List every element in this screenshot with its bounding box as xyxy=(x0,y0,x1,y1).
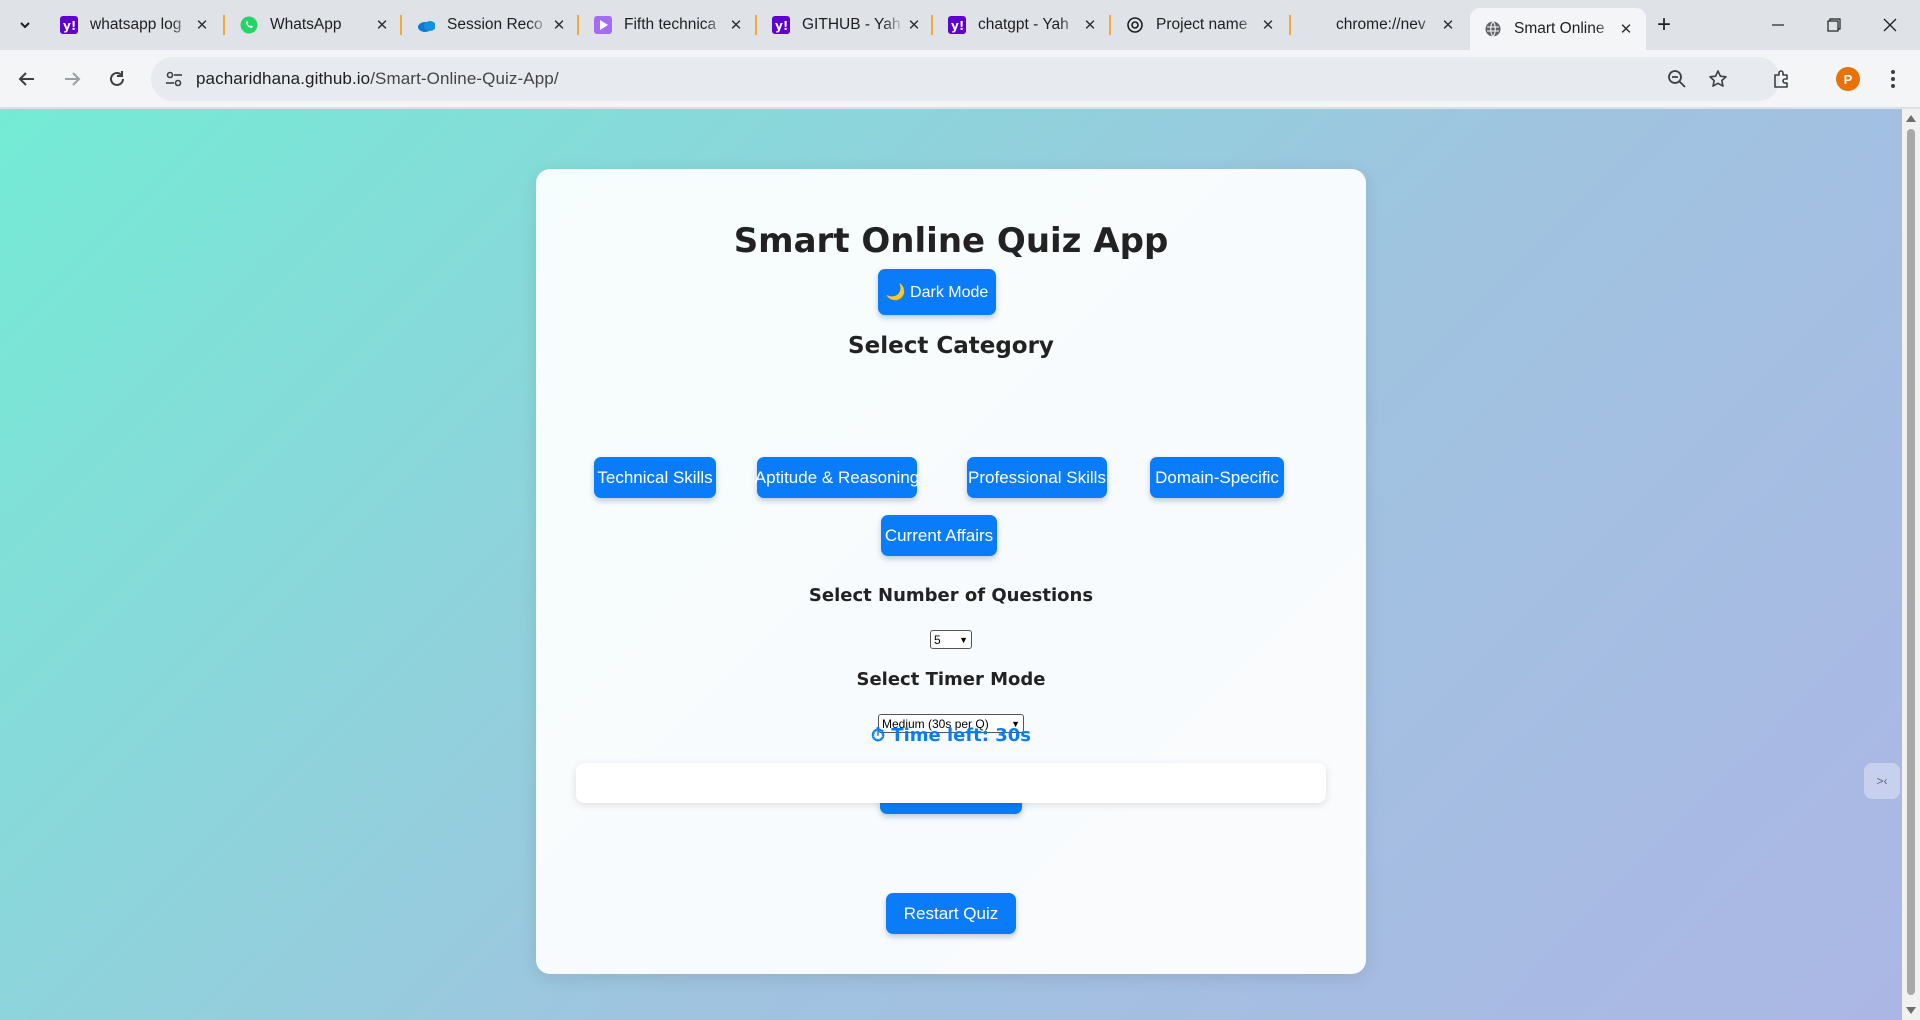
bookmark-star-icon[interactable] xyxy=(1707,68,1729,90)
reload-icon xyxy=(110,71,124,86)
scroll-down-arrow[interactable] xyxy=(1906,1007,1916,1014)
close-icon[interactable]: ✕ xyxy=(1080,15,1100,35)
side-panel-icon[interactable]: >‹ xyxy=(1864,763,1900,799)
browser-tab[interactable]: y! GITHUB - Yah ✕ xyxy=(758,8,934,42)
extensions-button[interactable] xyxy=(1765,62,1799,96)
forward-button[interactable] xyxy=(55,62,89,96)
browser-tab[interactable]: Project name ✕ xyxy=(1112,8,1288,42)
close-icon[interactable]: ✕ xyxy=(1616,19,1636,39)
browser-tab[interactable]: Fifth technica ✕ xyxy=(580,8,756,42)
tab-strip: y! whatsapp log ✕ WhatsApp ✕ Session Rec… xyxy=(0,0,1920,50)
browser-tab-active[interactable]: Smart Online ✕ xyxy=(1470,8,1646,50)
url-text: pacharidhana.github.io/Smart-Online-Quiz… xyxy=(196,69,559,88)
scroll-up-arrow[interactable] xyxy=(1906,115,1916,122)
video-icon xyxy=(594,16,612,34)
onedrive-icon xyxy=(417,16,435,34)
more-vert-icon xyxy=(1891,70,1895,88)
category-button-aptitude[interactable]: Aptitude & Reasoning xyxy=(755,457,919,498)
globe-icon xyxy=(1484,20,1502,38)
browser-tab[interactable]: Session Reco ✕ xyxy=(403,8,579,42)
tab-search-button[interactable] xyxy=(10,10,40,40)
quiz-card: Smart Online Quiz App 🌙 Dark Mode Select… xyxy=(536,169,1366,974)
close-icon[interactable]: ✕ xyxy=(549,15,569,35)
close-icon[interactable]: ✕ xyxy=(372,15,392,35)
tab-separator xyxy=(1109,15,1111,35)
questions-heading: Select Number of Questions xyxy=(808,585,1094,606)
category-button-current-affairs[interactable]: Current Affairs xyxy=(881,515,997,556)
restore-icon xyxy=(1827,18,1841,32)
tab-separator xyxy=(223,15,225,35)
browser-toolbar: pacharidhana.github.io/Smart-Online-Quiz… xyxy=(0,50,1920,108)
timer-heading: Select Timer Mode xyxy=(856,669,1046,690)
yahoo-icon: y! xyxy=(60,16,78,34)
category-button-technical[interactable]: Technical Skills xyxy=(594,457,716,498)
question-count-select[interactable]: 5 ▼ xyxy=(930,630,972,649)
tab-separator xyxy=(400,15,402,35)
page-viewport: Smart Online Quiz App 🌙 Dark Mode Select… xyxy=(0,109,1902,1020)
tab-separator xyxy=(931,15,933,35)
yahoo-icon: y! xyxy=(948,16,966,34)
svg-text:y!: y! xyxy=(63,19,76,33)
close-icon[interactable]: ✕ xyxy=(192,15,212,35)
zoom-icon[interactable] xyxy=(1666,68,1688,90)
plus-icon: + xyxy=(1656,11,1671,38)
scrollbar[interactable] xyxy=(1902,109,1920,1020)
chevron-down-icon: ▼ xyxy=(959,634,968,645)
openai-icon xyxy=(1126,16,1144,34)
tab-title: chrome://nev xyxy=(1336,16,1426,33)
yahoo-icon: y! xyxy=(772,16,790,34)
time-left-text: ⏱ Time left: 30s xyxy=(870,725,1032,746)
tab-title: Fifth technica xyxy=(624,16,717,33)
tab-title: WhatsApp xyxy=(270,16,342,33)
page-title: Smart Online Quiz App xyxy=(733,221,1169,261)
minimize-button[interactable] xyxy=(1750,0,1806,50)
category-button-professional[interactable]: Professional Skills xyxy=(967,457,1107,498)
tab-title: Smart Online xyxy=(1514,20,1605,37)
browser-tab[interactable]: chrome://nev ✕ xyxy=(1292,8,1468,42)
address-bar[interactable]: pacharidhana.github.io/Smart-Online-Quiz… xyxy=(151,57,1780,101)
svg-text:y!: y! xyxy=(775,19,788,33)
browser-tab[interactable]: y! whatsapp log ✕ xyxy=(46,8,222,42)
tab-title: Project name xyxy=(1156,16,1248,33)
profile-avatar[interactable]: P xyxy=(1836,67,1860,91)
new-tab-button[interactable]: + xyxy=(1650,11,1678,39)
restart-quiz-button[interactable]: Restart Quiz xyxy=(886,893,1016,934)
tab-separator xyxy=(755,15,757,35)
category-heading: Select Category xyxy=(848,333,1054,359)
restore-button[interactable] xyxy=(1806,0,1862,50)
tab-title: chatgpt - Yah xyxy=(978,16,1069,33)
tab-separator xyxy=(577,15,579,35)
close-window-button[interactable] xyxy=(1862,0,1918,50)
blank-icon xyxy=(1306,16,1324,34)
chevron-down-icon xyxy=(20,22,30,29)
result-box xyxy=(576,763,1326,803)
question-count-value: 5 xyxy=(934,632,941,647)
category-button-domain[interactable]: Domain-Specific xyxy=(1150,457,1284,498)
whatsapp-icon xyxy=(240,16,258,34)
browser-tab[interactable]: y! chatgpt - Yah ✕ xyxy=(934,8,1110,42)
tab-separator xyxy=(1289,15,1291,35)
close-icon[interactable]: ✕ xyxy=(1438,15,1458,35)
close-icon xyxy=(1883,18,1897,32)
site-info-icon[interactable] xyxy=(163,68,185,90)
back-button[interactable] xyxy=(10,62,44,96)
tab-title: GITHUB - Yah xyxy=(802,16,901,33)
minimize-icon xyxy=(1772,24,1784,26)
close-icon[interactable]: ✕ xyxy=(1258,15,1278,35)
browser-tab[interactable]: WhatsApp ✕ xyxy=(226,8,402,42)
dark-mode-button[interactable]: 🌙 Dark Mode xyxy=(878,269,996,315)
browser-menu-button[interactable] xyxy=(1876,62,1910,96)
arrow-left-icon xyxy=(18,72,34,86)
close-icon[interactable]: ✕ xyxy=(726,15,746,35)
reload-button[interactable] xyxy=(100,62,134,96)
arrow-right-icon xyxy=(65,72,81,86)
close-icon[interactable]: ✕ xyxy=(904,15,924,35)
tab-title: Session Reco xyxy=(447,16,543,33)
scroll-thumb[interactable] xyxy=(1907,129,1915,995)
svg-text:y!: y! xyxy=(951,19,964,33)
tab-title: whatsapp log xyxy=(90,16,182,33)
puzzle-icon xyxy=(1774,70,1788,88)
